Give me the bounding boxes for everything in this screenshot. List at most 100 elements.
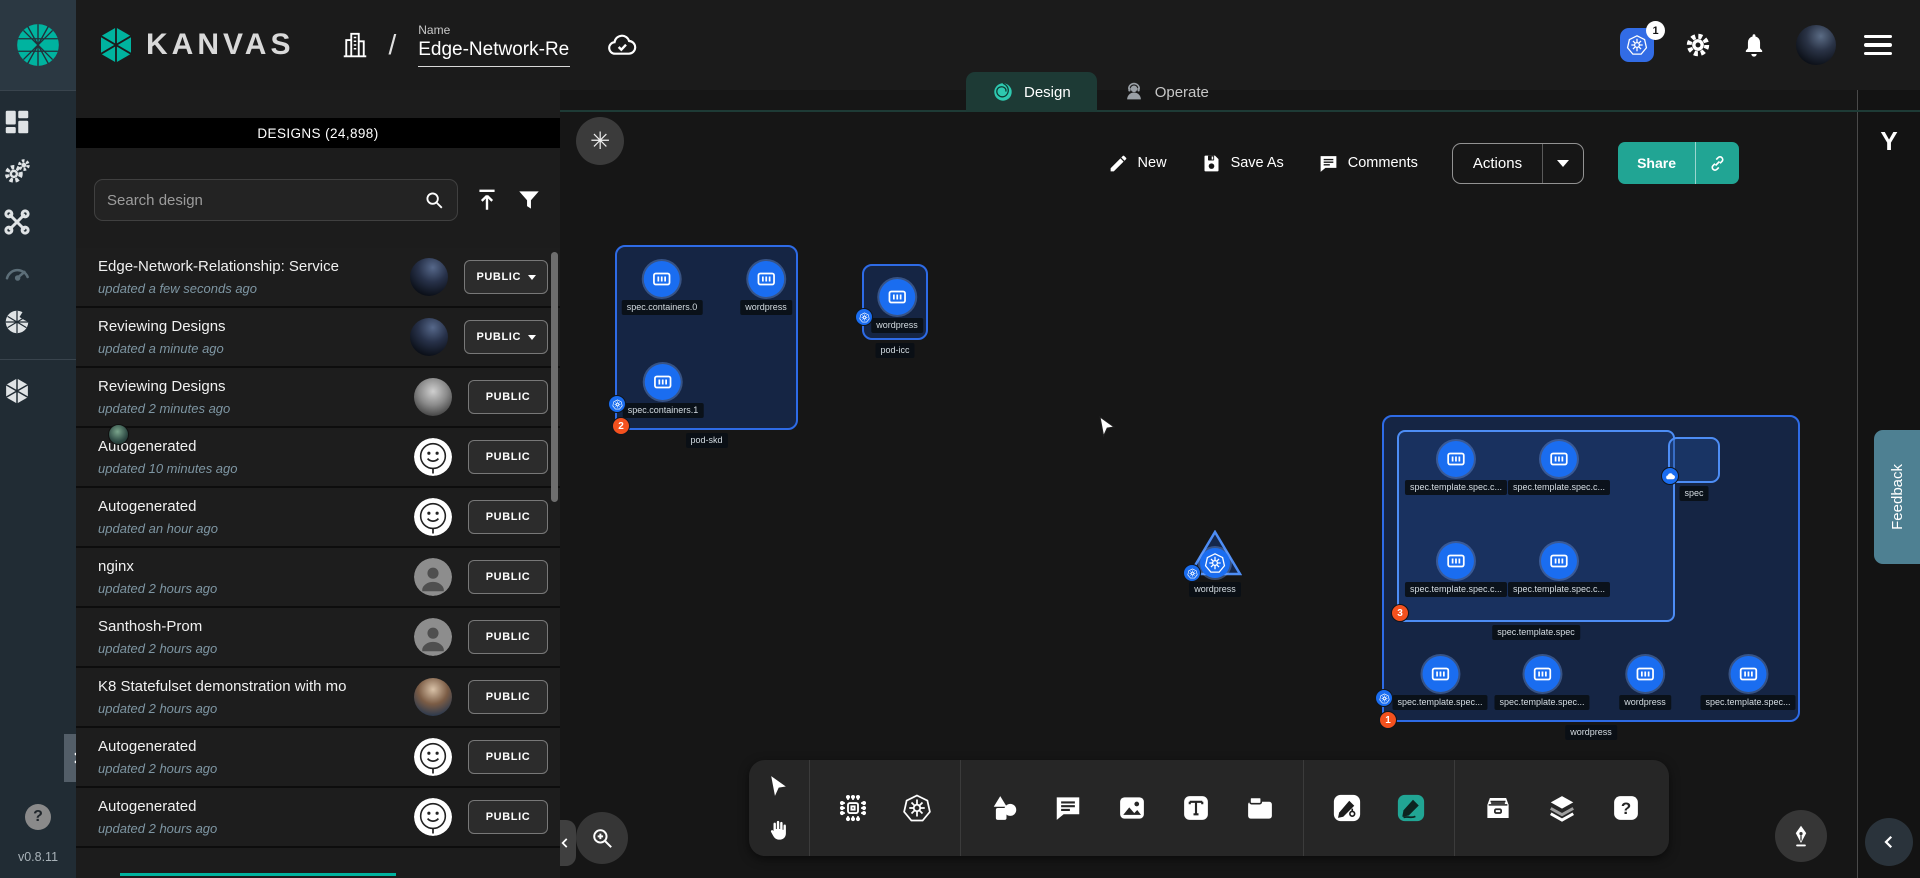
canvas-snowflake-button[interactable]: ✳ [576,117,624,165]
design-list-item[interactable]: nginxupdated 2 hours agoPUBLIC [76,548,560,608]
k8s-component-node[interactable]: spec.template.spec... [1494,656,1589,710]
design-list-item[interactable]: Reviewing Designsupdated a minute agoPUB… [76,308,560,368]
k8s-group-wordpress-deployment[interactable]: wordpress spec.template.spec... spec.tem… [1382,415,1800,722]
sidebar-item-lifecycle[interactable] [0,157,34,191]
share-split-button[interactable]: Share [1618,142,1739,184]
comments-button[interactable]: Comments [1318,153,1418,174]
sidebar-item-extensions[interactable] [0,307,34,341]
k8s-component-node[interactable]: spec.containers.0 [622,261,703,315]
sidebar-item-performance[interactable] [0,257,34,291]
tab-operate[interactable]: Operate [1097,72,1235,112]
help-button[interactable]: ? [25,804,51,830]
design-list-item[interactable]: Edge-Network-Relationship: Serviceupdate… [76,248,560,308]
k8s-component-node[interactable]: spec.template.spec.c... [1508,543,1610,597]
pen-mode-button[interactable] [1775,810,1827,862]
node-label: spec [1679,486,1708,501]
tool-note-button[interactable] [1235,783,1285,833]
meshery-logo-button[interactable] [0,0,76,90]
share-button[interactable]: Share [1618,142,1695,184]
panel-collapse-button[interactable] [560,820,576,866]
k8s-component-node[interactable]: spec.template.spec.c... [1405,441,1507,495]
k8s-service-triangle-node[interactable]: wordpress [1187,530,1243,602]
design-list-item[interactable]: K8 Statefulset demonstration with moupda… [76,668,560,728]
import-design-button[interactable] [474,187,500,213]
layers-icon [1537,783,1587,833]
k8s-group-pod-icc[interactable]: pod-icc wordpress [862,264,928,340]
tool-drawer-button[interactable] [1473,783,1523,833]
design-visibility-button[interactable]: PUBLIC [464,320,548,354]
design-updated-text: updated 2 hours ago [98,701,414,716]
k8s-component-node[interactable]: spec.template.spec.c... [1508,441,1610,495]
sidebar-item-kanvas[interactable] [0,376,34,410]
design-visibility-button[interactable]: PUBLIC [464,260,548,294]
k8s-component-node[interactable]: spec.template.spec.c... [1405,543,1507,597]
design-updated-text: updated 2 hours ago [98,761,414,776]
tool-image-button[interactable] [1107,783,1157,833]
tool-text-button[interactable] [1171,783,1221,833]
tool-help-button[interactable]: ? [1601,783,1651,833]
actions-split-button[interactable]: Actions [1452,143,1584,184]
tool-layers-button[interactable] [1537,783,1587,833]
tab-design[interactable]: Design [966,72,1097,112]
kanvas-brand[interactable]: KANVAS [96,25,294,65]
tool-pan-button[interactable] [761,812,797,848]
design-name-input[interactable]: Edge-Network-Relatio [418,39,570,67]
copy-link-button[interactable] [1695,142,1739,184]
design-search-input[interactable] [107,192,423,209]
k8s-node-spec[interactable]: spec [1668,437,1720,483]
sidebar-item-dashboard[interactable] [0,107,34,141]
tool-components-button[interactable] [828,783,878,833]
k8s-component-node[interactable]: spec.template.spec... [1392,656,1487,710]
panel-scrollbar[interactable] [551,252,558,502]
design-visibility-button[interactable]: PUBLIC [468,440,548,474]
tool-kubernetes-button[interactable] [892,783,942,833]
design-visibility-button[interactable]: PUBLIC [468,740,548,774]
new-design-button[interactable]: New [1108,153,1167,174]
k8s-component-node[interactable]: wordpress [1619,656,1671,710]
design-list-item[interactable]: Reviewing Designsupdated 2 minutes agoPU… [76,368,560,428]
hamburger-menu-icon[interactable] [1864,35,1892,55]
save-as-button[interactable]: Save As [1201,153,1284,174]
notifications-bell-icon[interactable] [1740,31,1768,59]
zoom-button[interactable] [576,812,628,864]
filter-designs-button[interactable] [516,187,542,213]
versions-y-icon[interactable]: Y [1880,126,1897,157]
design-visibility-button[interactable]: PUBLIC [468,800,548,834]
actions-dropdown-caret[interactable] [1542,144,1583,183]
design-visibility-button[interactable]: PUBLIC [468,560,548,594]
design-list-item[interactable]: Santhosh-Promupdated 2 hours agoPUBLIC [76,608,560,668]
user-avatar[interactable] [1796,25,1836,65]
design-canvas[interactable]: ✳ New Save As Comments Actions [560,90,1857,878]
actions-button[interactable]: Actions [1453,144,1542,183]
help-icon: ? [1601,783,1651,833]
design-visibility-button[interactable]: PUBLIC [468,620,548,654]
design-list-item[interactable]: Autogeneratedupdated 2 hours agoPUBLIC [76,728,560,788]
k8s-group-pod-skd[interactable]: pod-skd spec.containers.0 wordpress spec… [615,245,798,430]
dock-section-drawing-tools [1303,760,1454,856]
k8s-component-node[interactable]: spec.template.spec... [1700,656,1795,710]
k8s-component-node[interactable]: wordpress [871,279,923,333]
k8s-context-switcher[interactable]: 1 [1620,28,1656,62]
sidebar-item-configuration[interactable] [0,207,34,241]
kanvas-app: KANVAS / Name Edge-Network-Relatio 1 [0,0,1920,878]
design-visibility-button[interactable]: PUBLIC [468,680,548,714]
right-rail-collapse-button[interactable] [1865,818,1913,866]
design-visibility-button[interactable]: PUBLIC [468,380,548,414]
design-list-item[interactable]: Autogeneratedupdated 2 hours agoPUBLIC [76,788,560,848]
tool-freehand-draw-button[interactable] [1386,783,1436,833]
design-list-item[interactable]: Autogeneratedupdated 10 minutes agoPUBLI… [76,428,560,488]
tool-shapes-button[interactable] [979,783,1029,833]
design-search-box[interactable] [94,179,458,221]
settings-gear-icon[interactable] [1684,31,1712,59]
tool-select-button[interactable] [761,768,797,804]
tool-comment-button[interactable] [1043,783,1093,833]
save-floppy-icon [1201,153,1222,174]
design-visibility-button[interactable]: PUBLIC [468,500,548,534]
design-list-item[interactable]: Autogeneratedupdated an hour agoPUBLIC [76,488,560,548]
organization-icon[interactable] [340,30,370,60]
k8s-group-inner[interactable]: spec.template.spec spec.template.spec.c.… [1397,430,1675,622]
k8s-component-node[interactable]: spec.containers.1 [623,364,704,418]
feedback-tab[interactable]: Feedback [1874,430,1920,564]
tool-pen-tool-button[interactable] [1322,783,1372,833]
k8s-component-node[interactable]: wordpress [740,261,792,315]
